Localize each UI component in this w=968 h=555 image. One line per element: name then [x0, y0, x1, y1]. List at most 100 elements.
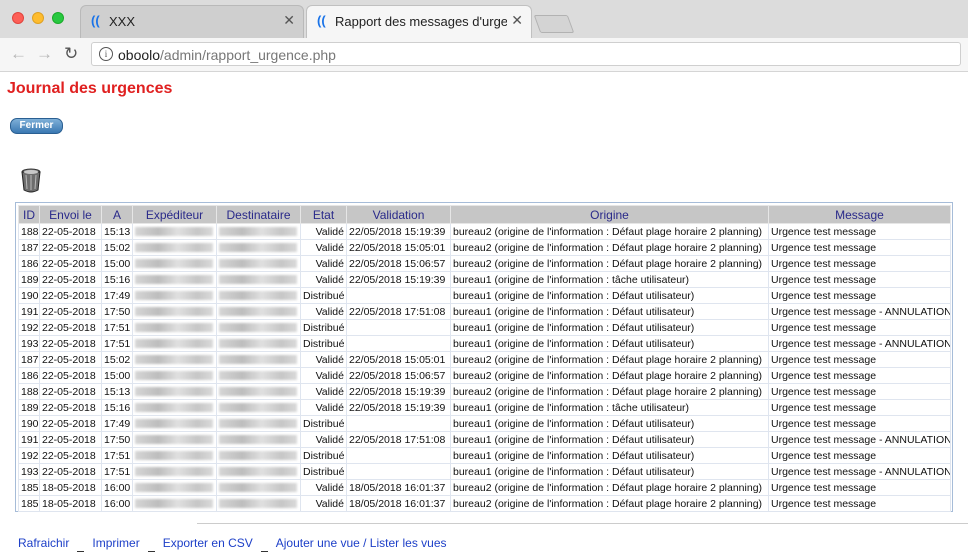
cell-date: 22-05-2018: [39, 287, 102, 304]
reload-icon[interactable]: ↻: [64, 44, 78, 64]
column-header[interactable]: A: [101, 205, 133, 224]
tab-xxx[interactable]: (( XXX ✕: [80, 5, 304, 38]
address-bar[interactable]: i oboolo/admin/rapport_urgence.php: [91, 42, 961, 66]
cell-state: Validé: [300, 271, 347, 288]
url-text[interactable]: oboolo/admin/rapport_urgence.php: [118, 47, 336, 63]
cell-date: 22-05-2018: [39, 463, 102, 480]
cell-date: 22-05-2018: [39, 447, 102, 464]
urgences-table: ID Envoi le A Expéditeur Destinataire Etat Val…: [18, 205, 951, 512]
redacted-name: [219, 307, 297, 317]
cell-message: Urgence test message: [768, 367, 951, 384]
info-icon[interactable]: i: [99, 47, 113, 61]
cell-state: Validé: [300, 351, 347, 368]
cell-time: 15:13: [101, 223, 133, 240]
table-row: 186 22-05-2018 15:00 Validé 22/05/2018 15:06…: [18, 367, 951, 384]
cell-state: Distribué: [300, 335, 347, 352]
cell-message: Urgence test message: [768, 223, 951, 240]
cell-time: 16:00: [101, 479, 133, 496]
cell-recipient-redacted: [216, 335, 301, 352]
cell-message: Urgence test message - ANNULATION: [768, 335, 951, 352]
tab-close-icon[interactable]: ✕: [283, 12, 295, 29]
cell-sender-redacted: [132, 303, 217, 320]
cell-message: Urgence test message: [768, 239, 951, 256]
cell-sender-redacted: [132, 383, 217, 400]
cell-time: 17:51: [101, 335, 133, 352]
redacted-name: [135, 323, 213, 333]
cell-id: 187: [18, 351, 40, 368]
cell-validation: [346, 463, 451, 480]
cell-recipient-redacted: [216, 303, 301, 320]
forward-arrow-icon[interactable]: →: [36, 44, 53, 64]
window-close-button[interactable]: [12, 12, 24, 24]
export-csv-link[interactable]: Exporter en CSV: [163, 536, 253, 550]
window-zoom-button[interactable]: [52, 12, 64, 24]
cell-recipient-redacted: [216, 479, 301, 496]
cell-recipient-redacted: [216, 271, 301, 288]
cell-id: 191: [18, 431, 40, 448]
table-row: 187 22-05-2018 15:02 Validé 22/05/2018 15:05…: [18, 351, 951, 368]
cell-origin: bureau1 (origine de l'information : tâch…: [450, 399, 769, 416]
cell-time: 15:02: [101, 239, 133, 256]
cell-validation: 22/05/2018 15:19:39: [346, 399, 451, 416]
redacted-name: [135, 291, 213, 301]
cell-validation: [346, 287, 451, 304]
column-header[interactable]: Origine: [450, 205, 769, 224]
cell-id: 192: [18, 319, 40, 336]
cell-message: Urgence test message - ANNULATION: [768, 431, 951, 448]
cell-recipient-redacted: [216, 255, 301, 272]
tab-rapport-urgence[interactable]: (( Rapport des messages d'urgence ✕: [306, 5, 532, 38]
redacted-name: [135, 243, 213, 253]
table-row: 188 22-05-2018 15:13 Validé 22/05/2018 15:19…: [18, 383, 951, 400]
redacted-name: [135, 387, 213, 397]
table-row: 189 22-05-2018 15:16 Validé 22/05/2018 15:19…: [18, 271, 951, 288]
table-row: 193 22-05-2018 17:51 Distribué bureau1 (orig…: [18, 335, 951, 352]
cell-id: 187: [18, 239, 40, 256]
redacted-name: [219, 403, 297, 413]
redacted-name: [135, 419, 213, 429]
cell-recipient-redacted: [216, 223, 301, 240]
print-link[interactable]: Imprimer: [92, 536, 139, 550]
browser-tabstrip: (( XXX ✕ (( Rapport des messages d'urgen…: [0, 0, 968, 39]
refresh-link[interactable]: Rafraichir: [18, 536, 69, 550]
new-tab-button[interactable]: [533, 15, 575, 33]
column-header[interactable]: Validation: [346, 205, 451, 224]
cell-recipient-redacted: [216, 319, 301, 336]
cell-recipient-redacted: [216, 383, 301, 400]
cell-state: Validé: [300, 383, 347, 400]
cell-validation: 22/05/2018 15:19:39: [346, 271, 451, 288]
column-header[interactable]: Envoi le: [39, 205, 102, 224]
redacted-name: [219, 419, 297, 429]
cell-id: 189: [18, 399, 40, 416]
cell-state: Validé: [300, 367, 347, 384]
tab-close-icon[interactable]: ✕: [511, 12, 523, 29]
close-button[interactable]: Fermer: [10, 118, 63, 134]
cell-recipient-redacted: [216, 351, 301, 368]
cell-validation: [346, 319, 451, 336]
window-minimize-button[interactable]: [32, 12, 44, 24]
redacted-name: [219, 435, 297, 445]
column-header[interactable]: Expéditeur: [132, 205, 217, 224]
column-header[interactable]: Etat: [300, 205, 347, 224]
trash-icon[interactable]: [20, 167, 42, 193]
browser-toolbar: ← → ↻ i oboolo/admin/rapport_urgence.php: [0, 38, 968, 72]
cell-date: 22-05-2018: [39, 399, 102, 416]
redacted-name: [135, 483, 213, 493]
add-view-link[interactable]: Ajouter une vue / Lister les vues: [276, 536, 447, 550]
column-header[interactable]: Message: [768, 205, 951, 224]
cell-origin: bureau1 (origine de l'information : Défa…: [450, 319, 769, 336]
cell-sender-redacted: [132, 463, 217, 480]
column-header[interactable]: Destinataire: [216, 205, 301, 224]
back-arrow-icon[interactable]: ←: [10, 44, 27, 64]
column-header[interactable]: ID: [18, 205, 40, 224]
cell-validation: 22/05/2018 17:51:08: [346, 303, 451, 320]
cell-id: 191: [18, 303, 40, 320]
cell-time: 15:00: [101, 367, 133, 384]
cell-date: 22-05-2018: [39, 415, 102, 432]
redacted-name: [219, 483, 297, 493]
cell-origin: bureau2 (origine de l'information : Défa…: [450, 495, 769, 512]
cell-id: 189: [18, 271, 40, 288]
cell-sender-redacted: [132, 287, 217, 304]
cell-message: Urgence test message: [768, 447, 951, 464]
redacted-name: [135, 307, 213, 317]
cell-origin: bureau2 (origine de l'information : Défa…: [450, 239, 769, 256]
